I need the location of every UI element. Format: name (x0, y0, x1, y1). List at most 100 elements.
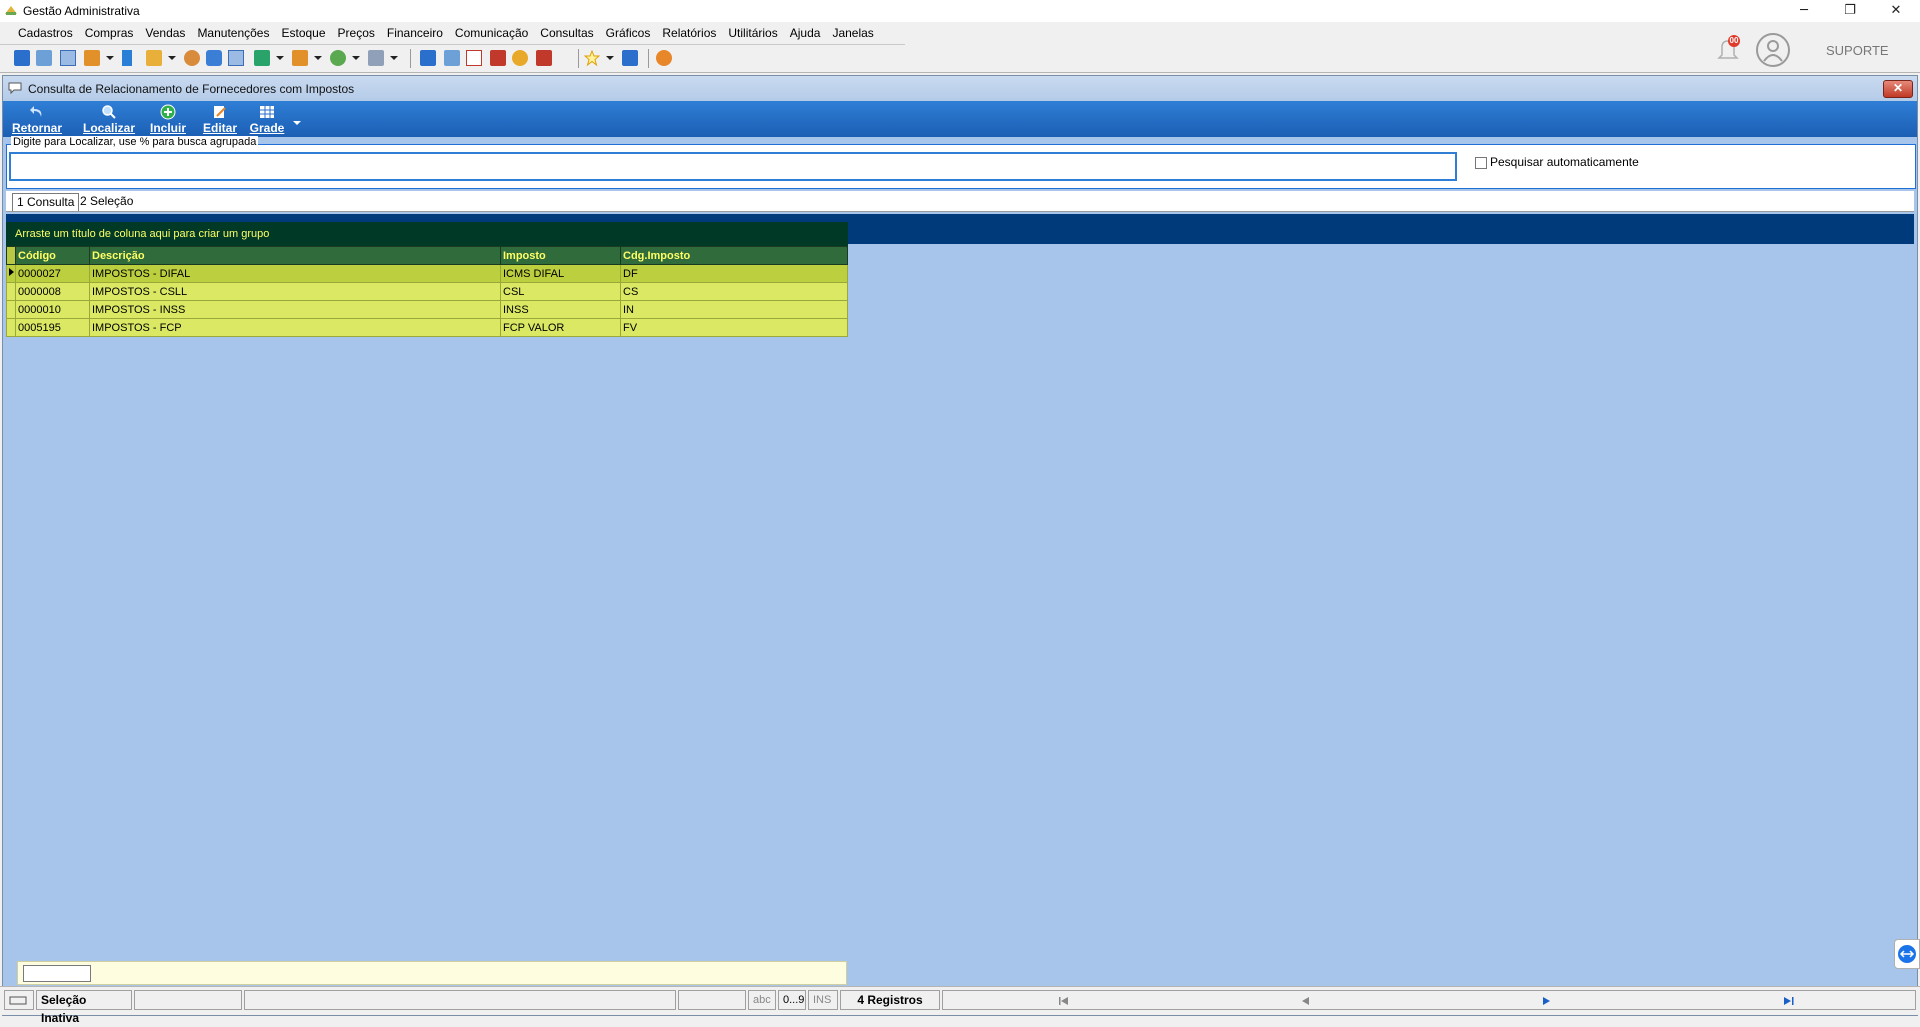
close-child-button[interactable]: ✕ (1883, 80, 1913, 98)
open-icon[interactable] (14, 50, 30, 66)
chevron-down-icon[interactable] (314, 56, 322, 60)
chevron-down-icon[interactable] (168, 56, 176, 60)
restore-button[interactable]: ❐ (1827, 0, 1873, 22)
cell-cdg-imposto[interactable]: DF (620, 264, 848, 283)
cell-cdg-imposto[interactable]: CS (620, 282, 848, 301)
cart-icon[interactable] (254, 50, 270, 66)
menu-item-graficos[interactable]: Gráficos (600, 26, 657, 40)
cell-codigo[interactable]: 0000027 (15, 264, 90, 283)
table-icon[interactable] (420, 50, 436, 66)
table-row[interactable]: 0005195 IMPOSTOS - FCP FCP VALOR FV (6, 318, 848, 337)
localizar-button[interactable]: Localizar (81, 101, 137, 137)
users-icon[interactable] (36, 50, 52, 66)
cell-descricao[interactable]: IMPOSTOS - CSLL (89, 282, 501, 301)
cell-imposto[interactable]: INSS (500, 300, 621, 319)
cell-codigo[interactable]: 0005195 (15, 318, 90, 337)
column-chooser-icon[interactable] (6, 246, 16, 265)
search-input[interactable] (9, 152, 1457, 181)
tab-selecao[interactable]: 2 Seleção (76, 193, 137, 210)
column-header-descricao[interactable]: Descrição (89, 246, 501, 265)
cell-descricao[interactable]: IMPOSTOS - FCP (89, 318, 501, 337)
menu-item-comunicacao[interactable]: Comunicação (449, 26, 534, 40)
grade-button[interactable]: Grade (248, 101, 286, 137)
box-icon[interactable] (292, 50, 308, 66)
cell-imposto[interactable]: FCP VALOR (500, 318, 621, 337)
cell-cdg-imposto[interactable]: IN (620, 300, 848, 319)
cell-codigo[interactable]: 0000008 (15, 282, 90, 301)
group-by-panel[interactable]: Arraste um título de coluna aqui para cr… (6, 222, 848, 246)
clock-icon[interactable] (512, 50, 528, 66)
info-icon[interactable] (622, 50, 638, 66)
incluir-button[interactable]: Incluir (147, 101, 189, 137)
teamviewer-icon[interactable] (1894, 939, 1920, 969)
menu-item-financeiro[interactable]: Financeiro (381, 26, 449, 40)
menu-item-utilitarios[interactable]: Utilitários (722, 26, 783, 40)
tab-consulta[interactable]: 1 Consulta (12, 193, 80, 211)
filter-row (17, 961, 847, 985)
cell-descricao[interactable]: IMPOSTOS - DIFAL (89, 264, 501, 283)
calendar-icon[interactable] (466, 50, 482, 66)
star-icon[interactable] (584, 50, 600, 66)
person-icon[interactable] (184, 50, 200, 66)
first-record-icon[interactable] (1058, 996, 1070, 1006)
document-icon[interactable] (122, 50, 132, 66)
power-icon[interactable] (656, 50, 672, 66)
table-row[interactable]: 0000027 IMPOSTOS - DIFAL ICMS DIFAL DF (6, 264, 848, 283)
chevron-down-icon[interactable] (606, 56, 614, 60)
card-icon[interactable] (60, 50, 76, 66)
filter-input[interactable] (23, 965, 91, 982)
cell-imposto[interactable]: CSL (500, 282, 621, 301)
table-row[interactable]: 0000010 IMPOSTOS - INSS INSS IN (6, 300, 848, 319)
auto-search-checkbox[interactable] (1475, 157, 1487, 169)
user-name[interactable]: SUPORTE (1826, 43, 1889, 58)
chevron-down-icon[interactable] (352, 56, 360, 60)
last-record-icon[interactable] (1783, 996, 1795, 1006)
ins-indicator: INS (808, 990, 838, 1010)
list-icon[interactable] (228, 50, 244, 66)
agenda-icon[interactable] (490, 50, 506, 66)
money-icon[interactable] (330, 50, 346, 66)
chevron-down-icon[interactable] (390, 56, 398, 60)
chevron-down-icon[interactable] (293, 121, 301, 125)
auto-search-label[interactable]: Pesquisar automaticamente (1490, 155, 1639, 169)
retornar-button[interactable]: Retornar (11, 101, 63, 137)
editar-button[interactable]: Editar (200, 101, 240, 137)
search-report-icon[interactable] (536, 50, 552, 66)
menu-item-precos[interactable]: Preços (332, 26, 381, 40)
minimize-button[interactable]: ─ (1781, 0, 1827, 22)
close-window-button[interactable]: ✕ (1873, 0, 1919, 22)
chat-icon (8, 82, 22, 95)
menu-item-relatorios[interactable]: Relatórios (656, 26, 722, 40)
cell-imposto[interactable]: ICMS DIFAL (500, 264, 621, 283)
column-header-codigo[interactable]: Código (15, 246, 90, 265)
cell-descricao[interactable]: IMPOSTOS - INSS (89, 300, 501, 319)
menu-item-manutencoes[interactable]: Manutenções (191, 26, 275, 40)
keyboard-icon (4, 990, 34, 1010)
menu-item-vendas[interactable]: Vendas (139, 26, 191, 40)
user-avatar-icon[interactable] (1756, 33, 1790, 67)
menu-item-compras[interactable]: Compras (79, 26, 140, 40)
chevron-down-icon[interactable] (106, 56, 114, 60)
calculator-icon[interactable] (444, 50, 460, 66)
report-icon[interactable] (206, 50, 222, 66)
return-icon (30, 106, 42, 117)
menu-item-cadastros[interactable]: Cadastros (12, 26, 79, 40)
menu-item-estoque[interactable]: Estoque (275, 26, 331, 40)
selection-status: Seleção Inativa (36, 990, 132, 1025)
table-row[interactable]: 0000008 IMPOSTOS - CSLL CSL CS (6, 282, 848, 301)
cell-cdg-imposto[interactable]: FV (620, 318, 848, 337)
menu-item-janelas[interactable]: Janelas (826, 26, 879, 40)
hierarchy-icon[interactable] (84, 50, 100, 66)
cell-codigo[interactable]: 0000010 (15, 300, 90, 319)
folder-icon[interactable] (146, 50, 162, 66)
next-record-icon[interactable] (1542, 996, 1552, 1006)
menu-item-consultas[interactable]: Consultas (534, 26, 599, 40)
printer-icon[interactable] (368, 50, 384, 66)
previous-record-icon[interactable] (1300, 996, 1310, 1006)
column-header-cdg-imposto[interactable]: Cdg.Imposto (620, 246, 848, 265)
chevron-down-icon[interactable] (276, 56, 284, 60)
menu-item-ajuda[interactable]: Ajuda (784, 26, 827, 40)
column-header-imposto[interactable]: Imposto (500, 246, 621, 265)
consulta-window: Consulta de Relacionamento de Fornecedor… (2, 75, 1918, 1016)
action-bar: Retornar Localizar Incluir Editar Grade (3, 101, 1917, 137)
